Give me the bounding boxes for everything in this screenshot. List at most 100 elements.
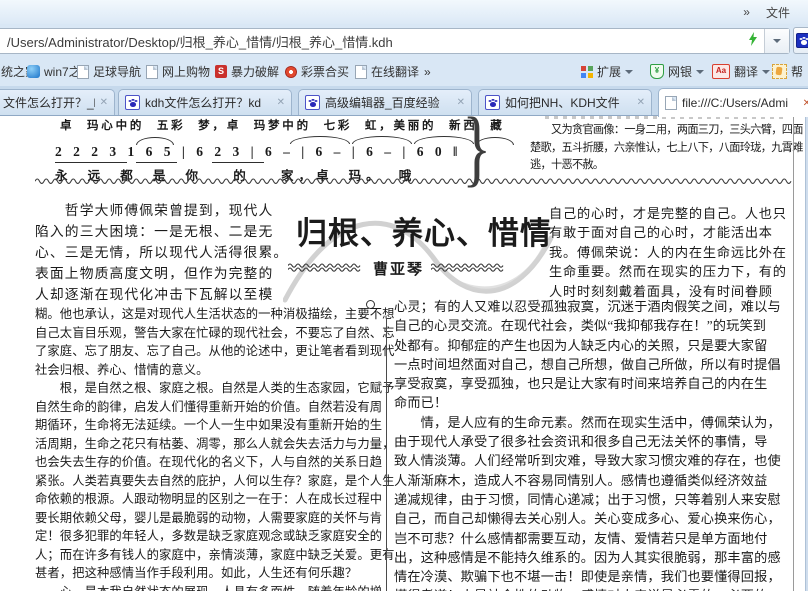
toolbar-extensions[interactable]: 扩展	[581, 58, 633, 85]
text-line: 递减规律，由于习惯，同情心递减；出于习惯，只等着别人来安慰	[394, 490, 796, 509]
bookmark-football[interactable]: 足球导航	[77, 58, 141, 85]
baidu-paw-icon	[485, 95, 500, 110]
chevron-right-icon: »	[424, 65, 431, 79]
article-title: 归根、养心、惜情	[296, 208, 552, 253]
text-line: 自己的心灵交流。在现代社会，类似“我抑郁我存在！”的玩笑到	[394, 316, 796, 335]
crack-icon	[215, 65, 227, 78]
address-dropdown-button[interactable]	[764, 29, 789, 53]
text-line: 要长期依赖父母，婴儿是最脆弱的动物，人需要家庭的关怀与肯	[35, 509, 387, 528]
lightning-icon[interactable]	[742, 32, 764, 51]
toolbar-label: 扩展	[597, 63, 621, 80]
tab-4[interactable]: 如何把NH、KDH文件 ✕	[478, 89, 652, 115]
toolbar-help[interactable]: 帮	[772, 58, 803, 85]
extensions-icon	[581, 66, 593, 78]
close-icon[interactable]: ✕	[457, 97, 465, 108]
text-line: 社会归根、养心、惜情的意义。	[35, 361, 387, 380]
text-line: 自己，而自己却懒得去关心别人。关心变成多心、爱心换来伤心，	[394, 509, 796, 528]
bookmark-label: 在线翻译	[371, 63, 419, 80]
toolbar-label: 帮	[791, 63, 803, 80]
column-divider	[386, 318, 387, 591]
text-line: 自然生命的韵律，启发人们懂得重新开始的价值。自然若没有周	[35, 398, 387, 417]
beam-line	[55, 162, 127, 163]
baidu-paw-icon	[796, 33, 808, 48]
tab-3[interactable]: 高级编辑器_百度经验 ✕	[298, 89, 472, 115]
bank-shield-icon	[650, 64, 664, 79]
article-byline: 曹亚琴	[288, 258, 548, 279]
close-icon[interactable]: ✕	[277, 97, 285, 108]
text-line: 自己太盲目乐观，警告大家在忙碌的现代社会，不要忘了自然、忘	[35, 324, 387, 343]
text-line: 心，是本我自然状态的展现。人具有多面性，随着年龄的增	[35, 583, 387, 591]
text-line: 命而已！	[394, 393, 796, 412]
text-line: 又为贪官画像：一身二用，两面三刀，三头六臂，四面	[530, 122, 794, 140]
win7-icon	[27, 65, 40, 78]
slur-arc	[136, 137, 174, 145]
score-notation: 2 2 2 3 1 6 5 | 6 2 3 | 6 – | 6 – | 6 – …	[55, 144, 460, 160]
left-column-main: 糊。他也承认，这是对现代人生活状态的一种消极描绘，主要不想自己太盲目乐观，警告大…	[35, 305, 387, 591]
page-right-border	[793, 116, 794, 591]
close-icon[interactable]: ✕	[637, 97, 645, 108]
text-line: 有敢于面对自己的心时，才能活出本	[549, 223, 796, 242]
bookmark-crack[interactable]: 暴力破解	[215, 58, 279, 85]
text-line: 处都有。抑郁症的产生也因为人缺乏内心的关照，只是要大家留	[394, 336, 796, 355]
text-line: 一点时间坦然面对自己，想自己所想，做自己所做，所以有时提倡	[394, 355, 796, 374]
right-column-main: 心灵；有的人又难以忍受孤独寂寞，沉迷于酒肉假笑之间，难以与自己的心灵交流。在现代…	[394, 297, 796, 591]
text-line: 由于现代人承受了很多社会资讯和很多自己无法关怀的事情，导	[394, 432, 796, 451]
text-line: 心灵；有的人又难以忍受孤独寂寞，沉迷于酒肉假笑之间，难以与	[394, 297, 796, 316]
text-line: 我。傅佩荣说：人的内在生命远比外在	[549, 243, 796, 262]
tab-title: 高级编辑器_百度经验	[325, 94, 452, 111]
tab-title: kdh文件怎么打开？kd	[145, 94, 272, 111]
tab-1[interactable]: 文件怎么打开？_k ✕	[0, 89, 115, 115]
text-line: 定！很多犯罪的年轻人，多数是缺乏家庭观念或缺乏家庭安全的	[35, 527, 387, 546]
baidu-paw-icon	[305, 95, 320, 110]
toolbar-label: 翻译	[734, 63, 758, 80]
more-menus-chevron[interactable]: »	[743, 5, 750, 19]
bookmark-translate-online[interactable]: 在线翻译	[355, 58, 419, 85]
toolbar-ebank[interactable]: 网银	[650, 58, 704, 85]
page-icon	[77, 65, 89, 79]
close-icon[interactable]: ✕	[803, 98, 808, 109]
byline-wave	[431, 263, 509, 273]
tab-title: 如何把NH、KDH文件	[505, 94, 632, 111]
bookmarks-bar: 统之家 win7之 足球导航 网上购物 暴力破解 彩票合买 在线翻译 » 扩展 …	[0, 58, 808, 87]
tab-title: file:///C:/Users/Admi	[682, 96, 798, 110]
baidu-search-button[interactable]	[793, 27, 808, 54]
text-line: 陷入的三大困境：一是无根、二是无	[35, 221, 293, 242]
text-line: 表面上物质高度文明，但作为完整的	[35, 263, 293, 284]
lottery-icon	[285, 66, 297, 78]
page-icon	[665, 96, 677, 110]
file-menu[interactable]: 文件	[766, 4, 790, 21]
tab-5-active[interactable]: file:///C:/Users/Admi ✕	[658, 88, 808, 117]
wavy-divider	[35, 178, 793, 185]
text-line: 心、三是无情，所以现代人活得很累。	[35, 242, 293, 263]
address-text[interactable]: /Users/Administrator/Desktop/归根_养心_惜情/归根…	[0, 32, 742, 51]
chevron-down-icon	[773, 39, 781, 47]
address-input[interactable]: /Users/Administrator/Desktop/归根_养心_惜情/归根…	[0, 28, 790, 54]
text-line: 享受寂寞，享受孤独，也只是让大家有时间来培养自己的内在生	[394, 374, 796, 393]
document-viewport[interactable]: 卓 玛心中的 五彩 梦，卓 玛梦中的 七彩 虹，美丽的 新西 藏 2 2 2 3…	[0, 116, 808, 591]
article-author: 曹亚琴	[373, 258, 424, 279]
tab-2[interactable]: kdh文件怎么打开？kd ✕	[118, 89, 292, 115]
bookmark-shopping[interactable]: 网上购物	[146, 58, 210, 85]
beam-line	[212, 162, 264, 163]
text-line: 了家庭、忘了朋友、忘了自己。从他的论述中，更让笔者看到现代	[35, 342, 387, 361]
bookmark-label: win7之	[44, 63, 81, 80]
slur-arc	[352, 136, 412, 144]
byline-wave	[288, 263, 366, 273]
toolbar-translate[interactable]: 翻译	[712, 58, 770, 85]
address-bar-row: /Users/Administrator/Desktop/归根_养心_惜情/归根…	[0, 24, 808, 58]
page-icon	[355, 65, 367, 79]
close-icon[interactable]: ✕	[100, 97, 108, 108]
text-line: 人却逐渐在现代化冲击下瓦解以至模	[35, 284, 293, 305]
text-line: 情，是人应有的生命元素。然而在现实生活中，傅佩荣认为，	[394, 413, 796, 432]
left-column-upper: 哲学大师傅佩荣曾提到，现代人陷入的三大困境：一是无根、二是无心、三是无情，所以现…	[35, 200, 293, 305]
bookmark-win7[interactable]: win7之	[27, 58, 81, 85]
beam-line	[136, 162, 177, 163]
bookmarks-overflow-chevron[interactable]: »	[424, 58, 431, 85]
title-bar: » 文件	[0, 0, 808, 24]
text-line: 命依赖的根源。人跟动物明显的区别之一在于：人在成长过程中	[35, 490, 387, 509]
text-line: 逃，十恶不赦。	[530, 157, 794, 175]
bookmark-label: 彩票合买	[301, 63, 349, 80]
chevron-down-icon	[696, 70, 704, 78]
bookmark-label: 暴力破解	[231, 63, 279, 80]
bookmark-lottery[interactable]: 彩票合买	[285, 58, 349, 85]
